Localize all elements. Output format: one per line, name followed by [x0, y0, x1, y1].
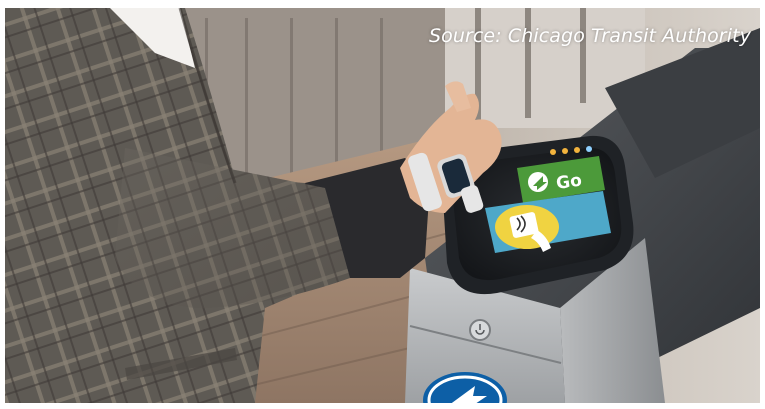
photo-frame: Source: Chicago Transit Authority [0, 0, 765, 409]
transit-gate-photo [5, 8, 760, 403]
source-caption: Source: Chicago Transit Authority [428, 25, 751, 47]
